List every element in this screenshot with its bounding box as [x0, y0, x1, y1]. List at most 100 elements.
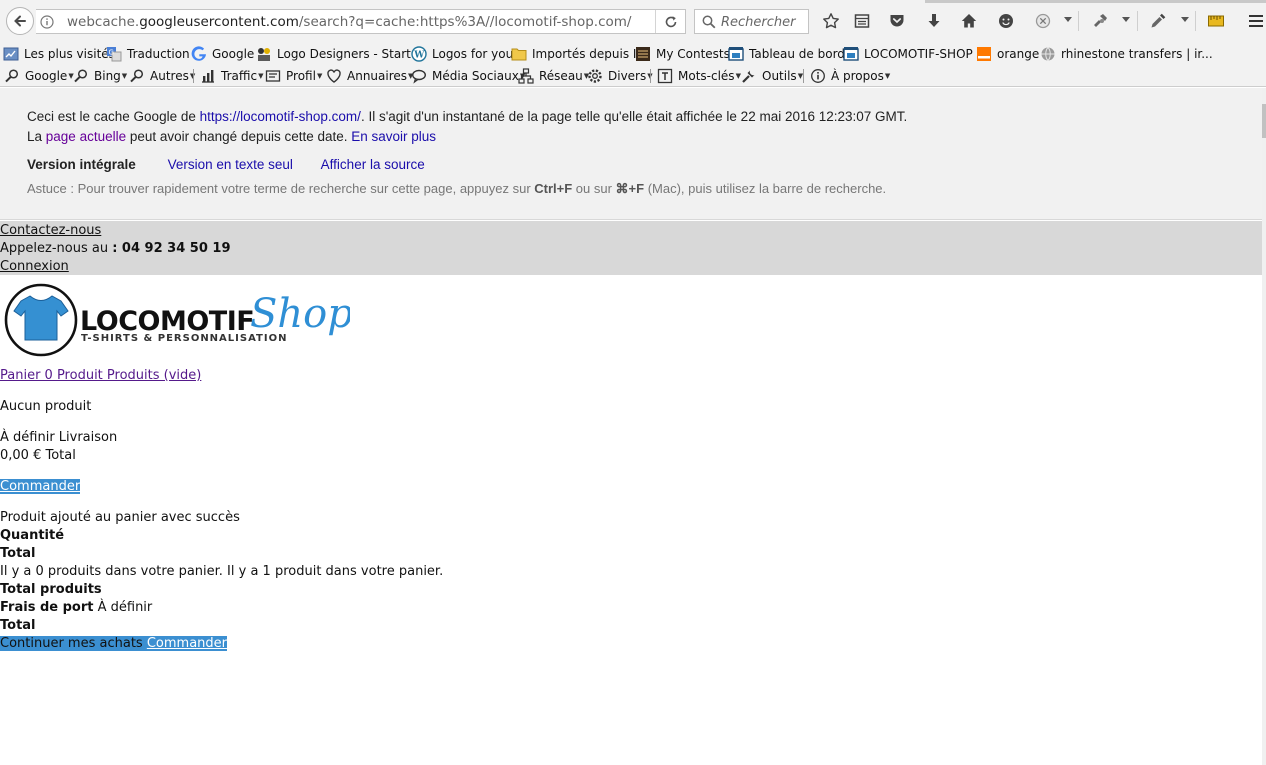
download-icon[interactable] [924, 11, 944, 31]
menu-autres[interactable]: Autres▼ [129, 67, 195, 84]
cache-tip: Astuce : Pour trouver rapidement votre t… [27, 181, 886, 197]
cart-row: Panier 0 Produit Produits (vide) [0, 367, 201, 385]
added-to-cart-message: Produit ajouté au panier avec succès [0, 510, 240, 525]
menu-media-sociaux[interactable]: Média Sociaux ▼ [411, 67, 525, 84]
order-button-2[interactable]: Commander [147, 636, 227, 651]
shipping-row: Frais de port À définir [0, 599, 152, 617]
addon-menu-toolbar: Google▼ Bing▼ Autres▼ Traffic▼ Profil▼ A… [0, 64, 1266, 87]
order-button[interactable]: Commander [0, 479, 80, 494]
bookmark-locomotif-shop[interactable]: LOCOMOTIF-SHOP [843, 45, 973, 62]
chevron-down-icon[interactable] [1064, 17, 1072, 22]
total-label: Total [0, 546, 36, 561]
addon-tool-icon[interactable] [1090, 11, 1110, 31]
site-info-icon[interactable] [37, 9, 57, 34]
menu-reseau[interactable]: Réseau ▼ [518, 67, 589, 84]
bookmark-logos-for-you[interactable]: W Logos for you [411, 45, 513, 62]
menu-traffic[interactable]: Traffic ▼ [200, 67, 263, 84]
translate-icon: G [106, 46, 122, 62]
bookmark-label: Logo Designers - Start ... [277, 46, 427, 61]
bookmarks-toolbar: Les plus visités G Traduction Google Log… [0, 42, 1266, 64]
phone-number: : 04 92 34 50 19 [112, 241, 231, 256]
search-icon [129, 68, 145, 84]
menu-divers[interactable]: Divers▼ [587, 67, 653, 84]
orange-icon [976, 46, 992, 62]
menu-label: Mots-clés [678, 68, 735, 83]
back-button[interactable] [6, 7, 34, 35]
cached-url-link[interactable]: https://locomotif-shop.com/ [200, 109, 361, 124]
learn-more-link[interactable]: En savoir plus [351, 129, 436, 144]
bookmark-orange[interactable]: orange [976, 45, 1039, 62]
tools-icon [741, 68, 757, 84]
chevron-down-icon[interactable] [1122, 17, 1130, 22]
cart-link[interactable]: Panier 0 Produit Produits (vide) [0, 368, 201, 383]
bookmark-logo-designers[interactable]: Logo Designers - Start ... [256, 45, 426, 62]
pocket-icon[interactable] [887, 11, 907, 31]
order-row: Commander [0, 478, 81, 496]
cache-version-links: Version intégrale Version en texte seul … [27, 157, 425, 172]
locomotif-shop-logo[interactable]: LOCOMOTIF Shop T-SHIRTS & PERSONNALISATI… [4, 280, 350, 360]
bookmark-rhinestone[interactable]: rhinestone transfers | ir... [1040, 45, 1213, 62]
url-text[interactable]: webcache.googleusercontent.com/search?q=… [67, 14, 631, 30]
continue-shopping-button[interactable]: Continuer mes achats [0, 636, 143, 651]
menu-a-propos[interactable]: À propos ▼ [810, 67, 890, 84]
menu-outils[interactable]: Outils ▼ [741, 67, 803, 84]
bookmark-importes-ie[interactable]: Importés depuis IE [511, 45, 644, 62]
menu-annuaires[interactable]: Annuaires ▼ [326, 67, 413, 84]
network-icon [518, 67, 534, 84]
bookmark-most-visited[interactable]: Les plus visités [3, 45, 115, 62]
menu-google[interactable]: Google ▼ [4, 67, 74, 84]
url-bar[interactable]: webcache.googleusercontent.com/search?q=… [36, 9, 686, 34]
dropper-tool-icon[interactable] [1148, 11, 1168, 31]
shipping-label: Frais de port [0, 600, 94, 615]
bookmark-label: Logos for you [432, 46, 514, 61]
reload-button[interactable] [655, 10, 685, 33]
menu-label: Média Sociaux [432, 68, 519, 83]
search-bar[interactable]: Rechercher [694, 9, 809, 34]
bookmark-google[interactable]: Google [191, 45, 254, 62]
keywords-icon [657, 68, 673, 84]
hamburger-menu-icon[interactable] [1246, 11, 1266, 31]
chat-smiley-icon[interactable] [996, 11, 1016, 31]
cache-text: La [27, 129, 46, 144]
search-icon [73, 68, 89, 84]
addon-blocker-icon[interactable] [1033, 11, 1053, 31]
chart-icon [200, 68, 216, 84]
login-link[interactable]: Connexion [0, 259, 69, 274]
menu-mots-cles[interactable]: Mots-clés ▼ [657, 67, 741, 84]
cache-text: Ceci est le cache Google de [27, 109, 200, 124]
cache-info-line-2: La page actuelle peut avoir changé depui… [27, 129, 436, 144]
menu-bing[interactable]: Bing ▼ [73, 67, 127, 84]
cache-text: peut avoir changé depuis cette date. [126, 129, 352, 144]
bookmark-star-icon[interactable] [821, 11, 841, 31]
tab-strip-edge [925, 0, 1266, 3]
contact-row: Contactez-nous [0, 222, 101, 240]
grand-total-label: Total [0, 618, 36, 633]
cache-text: . Il s'agit d'un instantané de la page t… [360, 109, 908, 124]
heart-icon [326, 68, 342, 84]
shop-icon [843, 46, 859, 62]
globe-icon [1040, 46, 1056, 62]
bookmark-tableau-de-bord[interactable]: Tableau de bord [728, 45, 845, 62]
text-only-version-link[interactable]: Version en texte seul [168, 157, 293, 172]
menu-separator [193, 69, 194, 83]
tip-key: ⌘+F [615, 181, 645, 196]
bookmark-traduction[interactable]: G Traduction [106, 45, 190, 62]
menu-profil[interactable]: Profil ▼ [265, 67, 322, 84]
home-icon[interactable] [959, 11, 979, 31]
search-placeholder: Rechercher [721, 15, 796, 30]
contact-link[interactable]: Contactez-nous [0, 223, 101, 238]
dropdown-arrow-icon: ▼ [316, 71, 323, 80]
bookmark-label: Importés depuis IE [532, 46, 645, 61]
bookmark-my-contests[interactable]: My Contests [635, 45, 730, 62]
page-scrollbar[interactable] [1262, 88, 1266, 765]
bookmark-label: orange [997, 46, 1040, 61]
menu-label: Bing [94, 68, 121, 83]
url-path: /search?q=cache:https%3A//locomotif-shop… [298, 14, 632, 30]
ruler-addon-icon[interactable] [1206, 11, 1226, 31]
scrollbar-thumb[interactable] [1262, 104, 1266, 138]
chevron-down-icon[interactable] [1181, 17, 1189, 22]
back-arrow-icon [14, 15, 26, 27]
view-source-link[interactable]: Afficher la source [321, 157, 425, 172]
current-page-link[interactable]: page actuelle [46, 129, 126, 144]
bookmarks-library-icon[interactable] [852, 11, 872, 31]
